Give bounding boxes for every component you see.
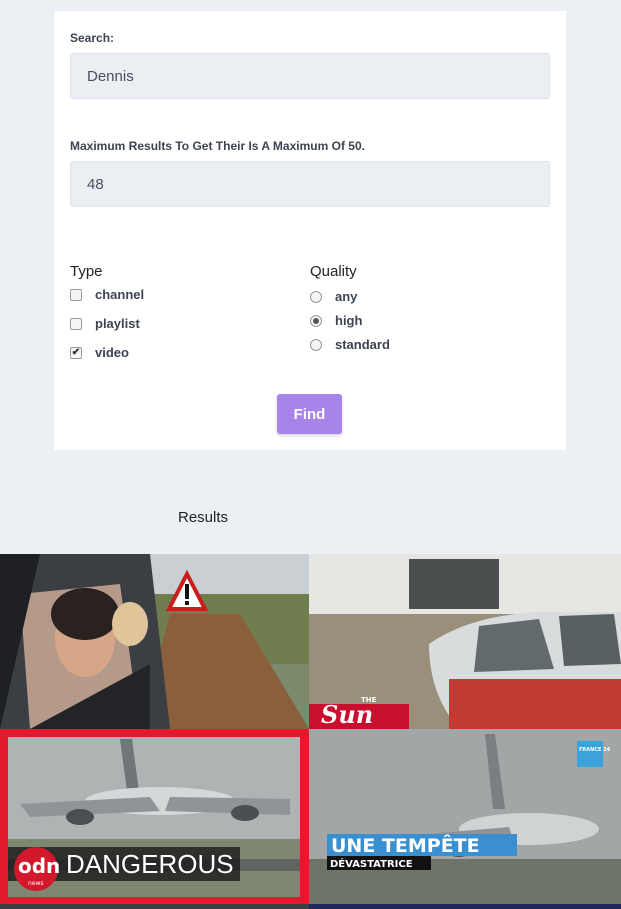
results-heading: Results bbox=[178, 509, 229, 526]
video-label: video bbox=[95, 345, 129, 360]
result-thumbnail-2[interactable]: Sun THE bbox=[309, 554, 621, 729]
sun-logo-text: Sun bbox=[321, 700, 373, 729]
video-checkbox[interactable]: ✔ bbox=[70, 346, 82, 359]
radio-selected-dot bbox=[313, 317, 319, 324]
sun-logo-prefix: THE bbox=[361, 696, 377, 704]
airplane-landing-image: odn news DANGEROUS bbox=[0, 729, 309, 904]
high-label: high bbox=[335, 313, 363, 328]
type-option-playlist[interactable]: playlist bbox=[70, 316, 140, 331]
quality-option-high[interactable]: high bbox=[310, 313, 362, 328]
quality-group-title: Quality bbox=[310, 263, 357, 280]
high-radio[interactable] bbox=[310, 314, 322, 327]
result-thumbnail-4[interactable]: FRANCE 24 UNE TEMPÊTE DÉVASTATRICE bbox=[309, 729, 621, 904]
quality-option-standard[interactable]: standard bbox=[310, 337, 390, 352]
search-input[interactable] bbox=[70, 53, 550, 99]
airplane-storm-image: FRANCE 24 UNE TEMPÊTE DÉVASTATRICE bbox=[309, 729, 621, 904]
standard-label: standard bbox=[335, 337, 390, 352]
max-results-input[interactable] bbox=[70, 161, 550, 207]
sun-flood-car-image: Sun THE bbox=[309, 554, 621, 729]
find-button[interactable]: Find bbox=[277, 394, 342, 434]
tempete-caption: UNE TEMPÊTE bbox=[331, 834, 480, 857]
dangerous-caption: DANGEROUS bbox=[66, 849, 234, 879]
result-thumbnail-1[interactable] bbox=[0, 554, 309, 729]
search-label: Search: bbox=[70, 31, 115, 45]
channel-checkbox[interactable] bbox=[70, 288, 82, 301]
odn-logo-text: odn bbox=[18, 854, 60, 878]
odn-logo-sub: news bbox=[28, 880, 44, 887]
type-option-video[interactable]: ✔ video bbox=[70, 345, 129, 360]
standard-radio[interactable] bbox=[310, 338, 322, 351]
playlist-checkbox[interactable] bbox=[70, 317, 82, 330]
next-thumbnail-edge-2 bbox=[309, 904, 621, 909]
result-thumbnail-3[interactable]: odn news DANGEROUS bbox=[0, 729, 309, 904]
playlist-label: playlist bbox=[95, 316, 140, 331]
any-label: any bbox=[335, 289, 358, 304]
devastatrice-subcaption: DÉVASTATRICE bbox=[330, 857, 413, 870]
search-form-card: Search: Maximum Results To Get Their Is … bbox=[54, 11, 566, 450]
checkmark-icon: ✔ bbox=[71, 346, 81, 358]
any-radio[interactable] bbox=[310, 290, 322, 303]
quality-option-any[interactable]: any bbox=[310, 289, 357, 304]
max-results-label: Maximum Results To Get Their Is A Maximu… bbox=[70, 139, 365, 153]
channel-label: channel bbox=[95, 287, 145, 302]
france24-logo-text: FRANCE 24 bbox=[579, 747, 611, 753]
flood-car-image bbox=[0, 554, 309, 729]
type-option-channel[interactable]: channel bbox=[70, 287, 144, 302]
next-thumbnail-edge bbox=[0, 904, 309, 909]
type-group-title: Type bbox=[70, 263, 103, 280]
